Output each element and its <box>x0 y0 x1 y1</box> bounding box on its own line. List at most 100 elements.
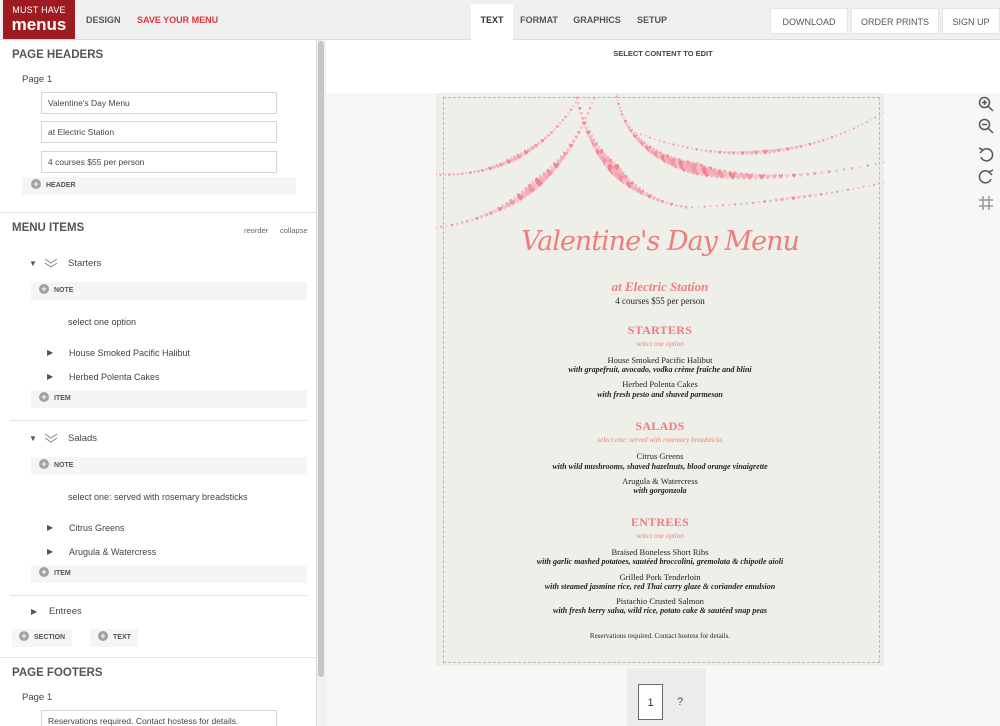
tab-graphics[interactable]: GRAPHICS <box>573 4 621 40</box>
logo[interactable]: MUST HAVE menus <box>3 0 75 39</box>
menu-item-name[interactable]: Citrus Greens <box>69 523 125 533</box>
add-note-button[interactable]: + NOTE <box>31 457 307 475</box>
menu-item-desc[interactable]: with garlic mashed potatoes, sautéed bro… <box>436 557 884 566</box>
section-name-entrees[interactable]: Entrees <box>49 606 82 617</box>
section-note[interactable]: select one option <box>68 317 136 327</box>
menu-item-name[interactable]: Arugula & Watercress <box>436 476 884 486</box>
download-button[interactable]: DOWNLOAD <box>770 8 848 34</box>
plus-icon: + <box>39 459 49 470</box>
caret-right-icon[interactable]: ▶ <box>47 523 53 532</box>
reorder-link[interactable]: reorder <box>244 226 268 235</box>
header-field-price[interactable]: 4 courses $55 per person <box>41 151 277 173</box>
caret-right-icon[interactable]: ▶ <box>31 607 37 616</box>
collapse-link[interactable]: collapse <box>280 226 308 235</box>
sign-up-button[interactable]: SIGN UP <box>942 8 1000 34</box>
menu-item-desc[interactable]: with grapefruit, avocado, vodka crème fr… <box>436 365 884 374</box>
plus-icon: + <box>31 179 41 190</box>
section-note[interactable]: select one: served with rosemary breadst… <box>68 492 248 502</box>
menu-item-name[interactable]: Grilled Pork Tenderloin <box>436 572 884 582</box>
menu-footer[interactable]: Reservations required. Contact hostess f… <box>436 632 884 640</box>
tab-setup[interactable]: SETUP <box>634 4 670 40</box>
add-item-button[interactable]: + ITEM <box>31 565 307 583</box>
add-section-button[interactable]: + SECTION <box>12 629 72 647</box>
menu-item-desc[interactable]: with gorgonzola <box>436 486 884 495</box>
menu-section-salads[interactable]: SALADS <box>436 419 884 434</box>
menu-item-name[interactable]: Braised Boneless Short Ribs <box>436 547 884 557</box>
caret-right-icon[interactable]: ▶ <box>47 348 53 357</box>
tab-format[interactable]: FORMAT <box>518 4 560 40</box>
grid-icon[interactable] <box>977 194 995 212</box>
menu-price[interactable]: 4 courses $55 per person <box>436 296 884 306</box>
heart-shape <box>575 93 577 95</box>
help-button[interactable]: ? <box>672 684 688 720</box>
redo-icon[interactable] <box>977 167 995 185</box>
section-name-salads[interactable]: Salads <box>68 433 97 444</box>
menu-subtitle[interactable]: at Electric Station <box>436 279 884 295</box>
add-note-label: NOTE <box>54 462 74 469</box>
divider <box>0 212 316 213</box>
select-content-label: SELECT CONTENT TO EDIT <box>326 40 1000 93</box>
menu-item-name[interactable]: Citrus Greens <box>436 451 884 461</box>
section-name-starters[interactable]: Starters <box>68 258 101 269</box>
heart-shape <box>436 173 438 176</box>
add-section-label: SECTION <box>34 634 66 641</box>
logo-line1: MUST HAVE <box>12 5 66 15</box>
page-headers-title: PAGE HEADERS <box>12 49 104 61</box>
nav-design[interactable]: DESIGN <box>86 0 121 40</box>
page-thumbnail[interactable]: 1 <box>638 684 663 720</box>
chevron-double-down-icon[interactable] <box>44 258 58 268</box>
order-prints-button[interactable]: ORDER PRINTS <box>851 8 939 34</box>
header-field-title[interactable]: Valentine's Day Menu <box>41 92 277 114</box>
menu-title[interactable]: Valentine's Day Menu <box>436 226 884 257</box>
nav-save-your-menu[interactable]: SAVE YOUR MENU <box>137 0 218 40</box>
plus-icon: + <box>39 284 49 295</box>
menu-section-starters[interactable]: STARTERS <box>436 323 884 338</box>
add-item-label: ITEM <box>54 395 71 402</box>
add-header-button[interactable]: + HEADER <box>22 177 296 195</box>
menu-item-name[interactable]: House Smoked Pacific Halibut <box>69 348 190 358</box>
heart-shape <box>595 93 597 94</box>
footer-page-label: Page 1 <box>22 692 53 703</box>
menu-item-desc[interactable]: with fresh berry salsa, wild rice, potat… <box>436 606 884 615</box>
caret-down-icon[interactable]: ▼ <box>29 434 37 443</box>
add-header-label: HEADER <box>46 182 76 189</box>
zoom-in-icon[interactable] <box>977 95 995 113</box>
menu-item-name[interactable]: Herbed Polenta Cakes <box>69 372 160 382</box>
menu-item-name[interactable]: Arugula & Watercress <box>69 547 156 557</box>
zoom-out-icon[interactable] <box>977 117 995 135</box>
add-note-button[interactable]: + NOTE <box>31 282 307 300</box>
caret-down-icon[interactable]: ▼ <box>29 259 37 268</box>
menu-item-desc[interactable]: with steamed jasmine rice, red Thai curr… <box>436 582 884 591</box>
menu-section-note[interactable]: select one option <box>436 340 884 348</box>
undo-icon[interactable] <box>977 145 995 163</box>
add-item-label: ITEM <box>54 570 71 577</box>
menu-item-name[interactable]: Herbed Polenta Cakes <box>436 379 884 389</box>
header-field-subtitle[interactable]: at Electric Station <box>41 121 277 143</box>
menu-item-name[interactable]: House Smoked Pacific Halibut <box>436 355 884 365</box>
header-page-label: Page 1 <box>22 74 53 85</box>
menu-section-entrees[interactable]: ENTREES <box>436 515 884 530</box>
footer-field[interactable]: Reservations required. Contact hostess f… <box>41 710 277 726</box>
tab-text[interactable]: TEXT <box>471 4 513 40</box>
menu-item-name[interactable]: Pistachio Crusted Salmon <box>436 596 884 606</box>
caret-right-icon[interactable]: ▶ <box>47 547 53 556</box>
left-panel-scrollbar[interactable] <box>317 40 326 726</box>
divider <box>0 657 316 658</box>
add-text-button[interactable]: + TEXT <box>90 629 138 647</box>
heart-shape <box>439 173 442 177</box>
scrollbar-thumb[interactable] <box>318 41 324 677</box>
menu-item-desc[interactable]: with fresh pesto and shaved parmesan <box>436 390 884 399</box>
chevron-double-down-icon[interactable] <box>44 433 58 443</box>
add-item-button[interactable]: + ITEM <box>31 390 307 408</box>
heart-shape <box>883 181 884 184</box>
menu-section-note[interactable]: select one: served with rosemary breadst… <box>436 436 884 444</box>
menu-section-note[interactable]: select one option <box>436 532 884 540</box>
top-bar: MUST HAVE menus DESIGN SAVE YOUR MENU TE… <box>0 0 1000 40</box>
left-panel: PAGE HEADERS Page 1 Valentine's Day Menu… <box>0 40 317 726</box>
divider <box>10 595 307 596</box>
heart-shape <box>882 161 884 164</box>
add-note-label: NOTE <box>54 287 74 294</box>
plus-icon: + <box>39 567 49 578</box>
caret-right-icon[interactable]: ▶ <box>47 372 53 381</box>
menu-item-desc[interactable]: with wild mushrooms, shaved hazelnuts, b… <box>436 462 884 471</box>
